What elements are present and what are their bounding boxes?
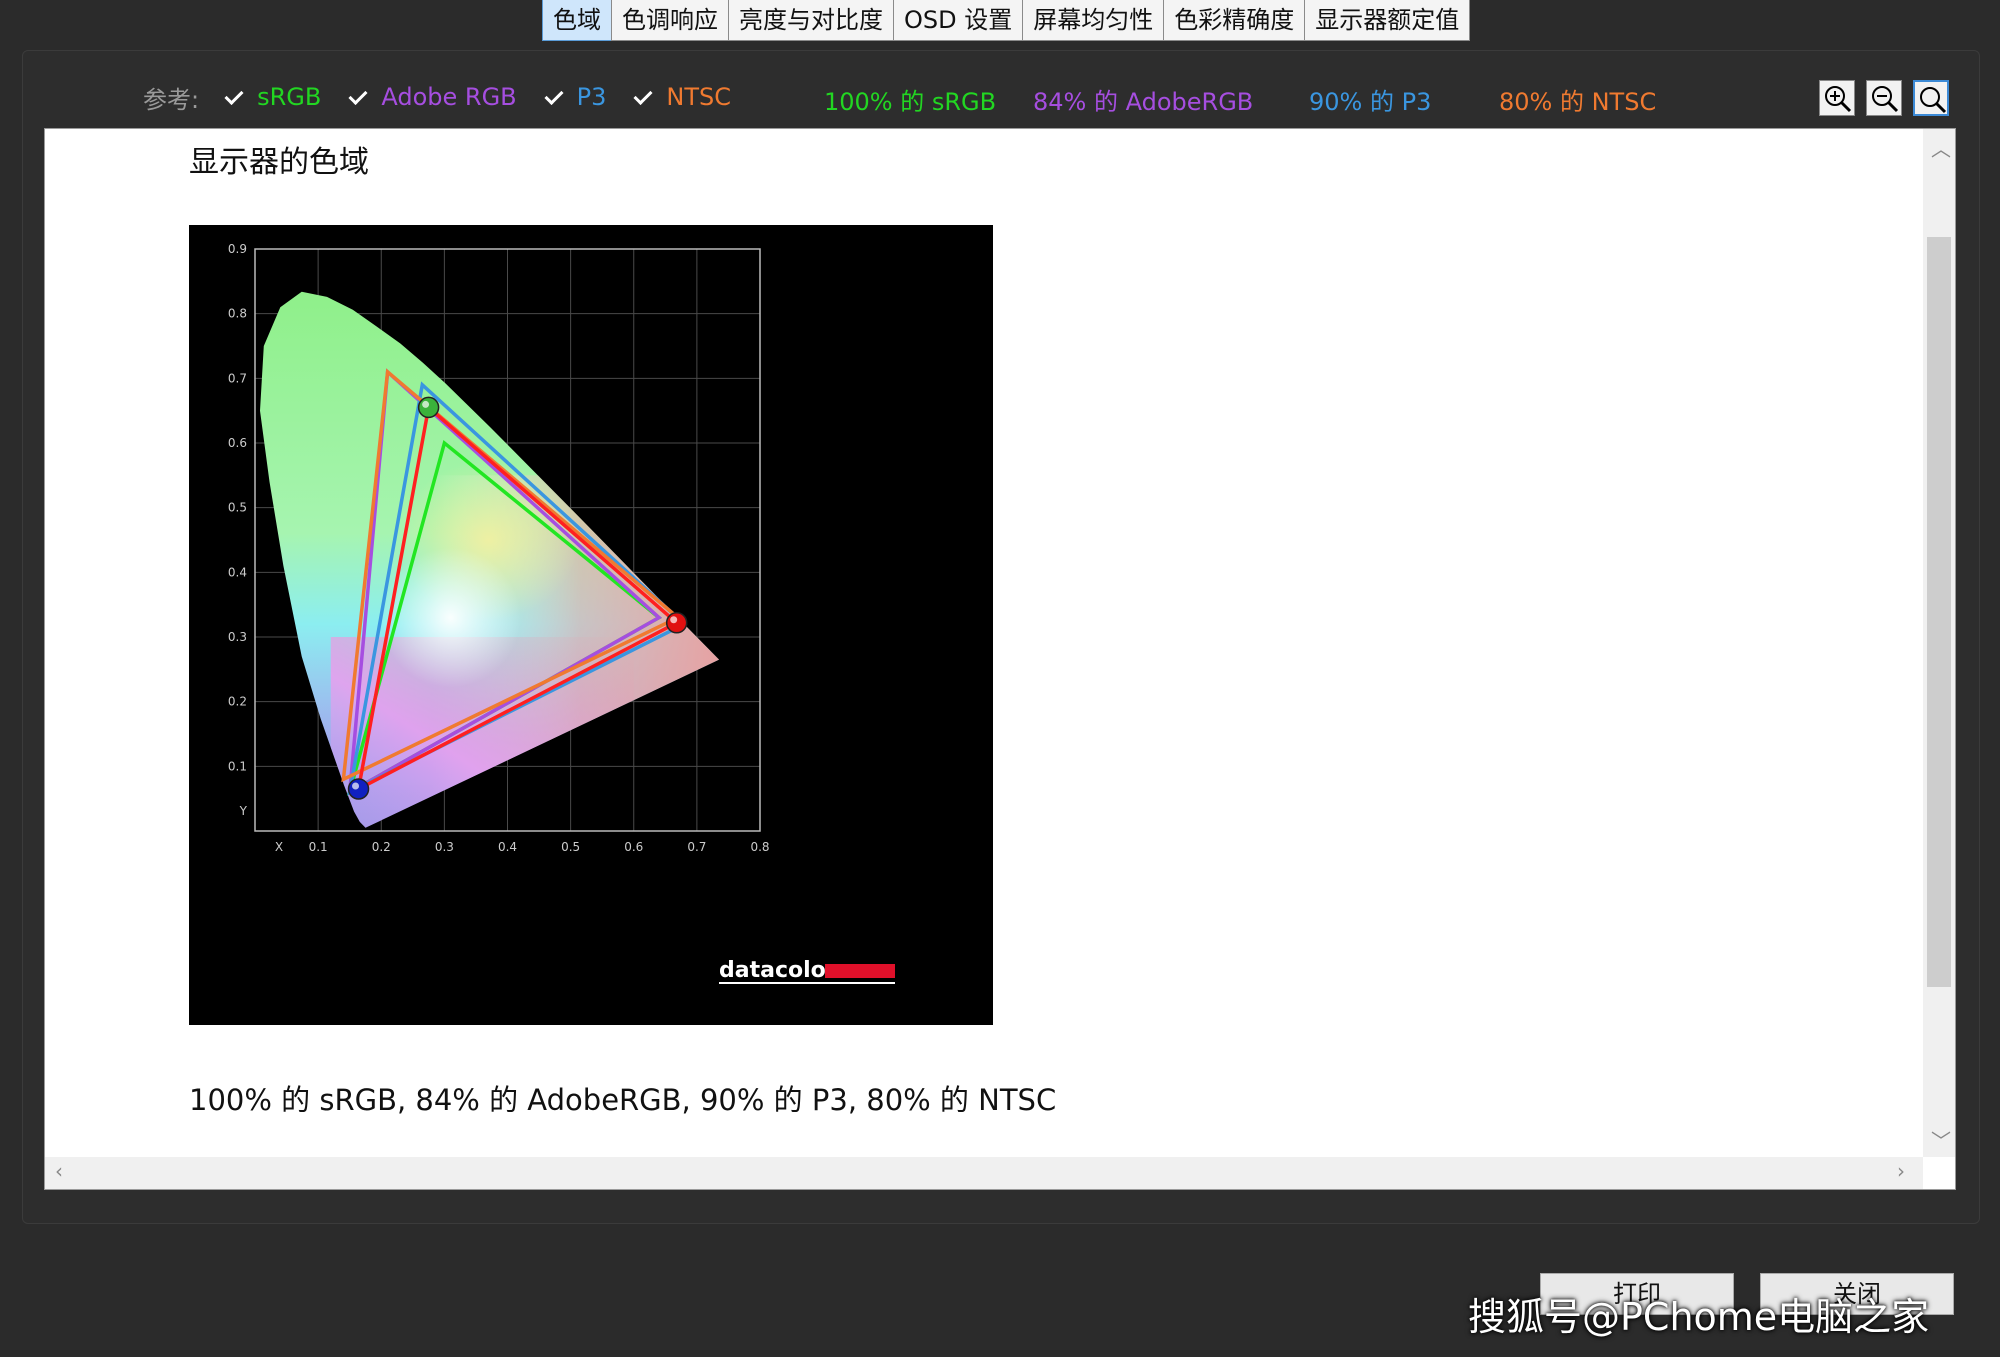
p3-checkbox[interactable] xyxy=(542,86,565,108)
y-tick-label: 0.2 xyxy=(228,695,247,709)
summary-adobe-rgb: 84% 的 AdobeRGB xyxy=(1033,88,1254,116)
scroll-right-icon[interactable]: › xyxy=(1897,1159,1905,1183)
datacolor-logo: datacolor xyxy=(719,958,895,984)
zoom-fit-icon xyxy=(1920,87,1947,114)
reference-ntsc[interactable]: NTSC xyxy=(632,83,731,111)
p3-label: P3 xyxy=(576,83,607,111)
zoom-fit-button[interactable] xyxy=(1913,80,1949,116)
vertical-scrollbar[interactable]: ︿ ﹀ xyxy=(1923,129,1955,1157)
primary-highlight-0 xyxy=(670,616,678,624)
x-tick-label: 0.4 xyxy=(498,840,517,854)
summary-srgb: 100% 的 sRGB xyxy=(824,88,997,116)
horizontal-scrollbar[interactable]: ‹ › xyxy=(45,1157,1923,1189)
y-tick-label: 0.4 xyxy=(228,565,247,579)
tab-5[interactable]: 色彩精确度 xyxy=(1163,0,1306,41)
zoom-in-icon xyxy=(1825,86,1852,113)
x-axis-label: X xyxy=(275,840,283,854)
scroll-down-icon[interactable]: ﹀ xyxy=(1931,1125,1951,1154)
primary-point-2 xyxy=(347,778,370,800)
y-tick-label: 0.9 xyxy=(228,242,247,256)
x-tick-label: 0.8 xyxy=(750,840,769,854)
summary-p3: 90% 的 P3 xyxy=(1309,88,1432,116)
brand-text: datacolor xyxy=(719,958,837,983)
x-tick-label: 0.3 xyxy=(435,840,454,854)
ntsc-label: NTSC xyxy=(666,83,731,111)
zoom-in-button[interactable] xyxy=(1819,80,1855,116)
cie-chart: 0.1 0.2 0.3 0.4 0.5 0.6 0.7 0.8 0.1 0.2 0.3 0.4 0.5 0… xyxy=(189,225,993,1025)
primary-point-1 xyxy=(417,396,440,419)
primary-highlight-2 xyxy=(352,782,360,790)
reference-p3[interactable]: P3 xyxy=(542,83,607,111)
x-tick-label: 0.6 xyxy=(624,840,643,854)
spectral-locus xyxy=(260,291,719,828)
summary-ntsc: 80% 的 NTSC xyxy=(1499,88,1657,116)
srgb-checkbox[interactable] xyxy=(223,86,246,108)
y-tick-label: 0.3 xyxy=(228,630,247,644)
white-point-region xyxy=(380,547,521,688)
primary-highlight-1 xyxy=(422,400,430,408)
reference-srgb[interactable]: sRGB xyxy=(223,83,321,111)
zoom-out-button[interactable] xyxy=(1866,80,1902,116)
report-title: 显示器的色域 xyxy=(189,145,369,180)
tab-3[interactable]: OSD 设置 xyxy=(893,0,1024,41)
x-tick-label: 0.5 xyxy=(561,840,580,854)
adobe-rgb-checkbox[interactable] xyxy=(347,86,370,108)
tab-bar: 色域 色调响应 亮度与对比度 OSD 设置 屏幕均匀性 色彩精确度 显示器额定值 xyxy=(542,0,1471,44)
y-tick-label: 0.8 xyxy=(228,307,247,321)
tab-2[interactable]: 亮度与对比度 xyxy=(728,0,894,41)
tab-0[interactable]: 色域 xyxy=(542,0,612,41)
reference-bar: 参考: sRGB Adobe RGB P3 NTSC xyxy=(143,80,757,114)
cie-chart-svg: 0.1 0.2 0.3 0.4 0.5 0.6 0.7 0.8 0.1 0.2 0.3 0.4 0.5 0… xyxy=(228,242,895,984)
tab-1[interactable]: 色调响应 xyxy=(611,0,729,41)
y-tick-label: 0.1 xyxy=(228,759,247,773)
tab-4[interactable]: 屏幕均匀性 xyxy=(1022,0,1165,41)
adobe-rgb-label: Adobe RGB xyxy=(381,83,517,111)
y-tick-label: 0.6 xyxy=(228,436,247,450)
y-axis-label: Y xyxy=(239,804,248,818)
reference-adobe-rgb[interactable]: Adobe RGB xyxy=(347,83,517,111)
srgb-label: sRGB xyxy=(257,83,322,111)
reference-label: 参考: xyxy=(143,85,200,114)
y-tick-label: 0.5 xyxy=(228,501,247,515)
x-tick-label: 0.2 xyxy=(372,840,391,854)
report-view[interactable]: 显示器的色域 0.1 0.2 0.3 0.4 0.5 0.6 0.7 0.8 0… xyxy=(44,128,1956,1190)
scroll-left-icon[interactable]: ‹ xyxy=(55,1159,63,1183)
x-tick-label: 0.7 xyxy=(687,840,706,854)
watermark-text: 搜狐号@PChome电脑之家 xyxy=(1468,1295,1930,1339)
gamut-caption: 100% 的 sRGB, 84% 的 AdobeRGB, 90% 的 P3, 8… xyxy=(189,1083,1057,1117)
y-tick-label: 0.7 xyxy=(228,371,247,385)
ntsc-checkbox[interactable] xyxy=(632,86,655,108)
primary-point-0 xyxy=(665,612,688,634)
x-tick-label: 0.1 xyxy=(309,840,328,854)
scroll-up-icon[interactable]: ︿ xyxy=(1931,133,1951,162)
tab-6[interactable]: 显示器额定值 xyxy=(1304,0,1471,41)
vertical-scroll-thumb[interactable] xyxy=(1927,237,1951,987)
zoom-out-icon xyxy=(1872,86,1899,113)
